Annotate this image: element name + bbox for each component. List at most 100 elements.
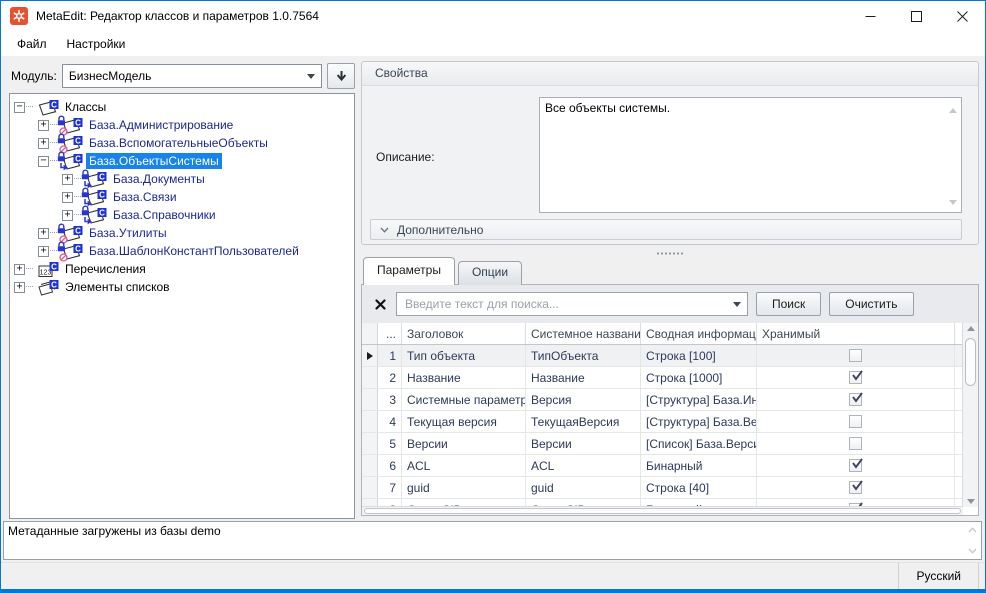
cell-title[interactable]: Название: [402, 367, 526, 388]
tree-item-label[interactable]: База.Документы: [110, 171, 208, 187]
tree-item[interactable]: +123CПеречисления: [14, 260, 354, 278]
tree-item[interactable]: +CБаза.Утилиты: [14, 224, 354, 242]
cell-system-name[interactable]: Название: [526, 367, 641, 388]
tree-item-label[interactable]: База.Справочники: [110, 207, 219, 223]
header-summary[interactable]: Сводная информация: [641, 323, 757, 344]
tree-item-label[interactable]: Классы: [62, 99, 109, 115]
cell-stored[interactable]: [757, 433, 955, 454]
tab-parameters[interactable]: Параметры: [363, 257, 455, 285]
language-indicator[interactable]: Русский: [898, 563, 979, 589]
cell-title[interactable]: Системные параметры: [402, 389, 526, 410]
cell-system-name[interactable]: Версия: [526, 389, 641, 410]
tree-item[interactable]: +CБаза.Связи: [14, 188, 354, 206]
cell-summary[interactable]: Строка [100]: [641, 345, 757, 366]
description-textarea[interactable]: Все объекты системы.: [539, 97, 962, 213]
load-module-button[interactable]: [327, 63, 355, 89]
tree-item[interactable]: +CБаза.Документы: [14, 170, 354, 188]
cell-system-name[interactable]: Версии: [526, 433, 641, 454]
cell-summary[interactable]: Бинарный: [641, 455, 757, 476]
class-tree[interactable]: −CКлассы+CБаза.Администрирование+CБаза.В…: [9, 93, 355, 519]
tree-item[interactable]: +CБаза.Справочники: [14, 206, 354, 224]
tree-item-label[interactable]: База.ШаблонКонстантПользователей: [86, 243, 302, 259]
clear-search-icon[interactable]: [372, 296, 388, 312]
clear-button[interactable]: Очистить: [829, 292, 913, 316]
expand-toggle-icon[interactable]: +: [38, 228, 49, 239]
tree-item[interactable]: −CКлассы: [14, 98, 354, 116]
expand-toggle-icon[interactable]: +: [38, 246, 49, 257]
cell-stored[interactable]: [757, 455, 955, 476]
maximize-button[interactable]: [893, 1, 939, 31]
tree-item-label[interactable]: База.Утилиты: [86, 225, 170, 241]
menu-file[interactable]: Файл: [7, 34, 57, 54]
expand-toggle-icon[interactable]: +: [62, 210, 73, 221]
stored-checkbox[interactable]: [849, 393, 862, 406]
scroll-up-icon[interactable]: [963, 326, 978, 331]
stored-checkbox[interactable]: [849, 437, 862, 450]
scroll-up-icon[interactable]: [949, 102, 957, 116]
table-row[interactable]: 4 Текущая версия ТекущаяВерсия [Структур…: [362, 411, 963, 433]
menu-settings[interactable]: Настройки: [57, 34, 136, 54]
stored-checkbox[interactable]: [849, 415, 862, 428]
expand-toggle-icon[interactable]: −: [14, 102, 25, 113]
cell-system-name[interactable]: guid: [526, 477, 641, 498]
tree-item[interactable]: −CБаза.ОбъектыСистемы: [14, 152, 354, 170]
title-bar[interactable]: MetaEdit: Редактор классов и параметров …: [1, 1, 985, 31]
cell-stored[interactable]: [757, 389, 955, 410]
scrollbar-thumb[interactable]: [965, 338, 976, 386]
tree-item-label[interactable]: База.Связи: [110, 189, 180, 205]
stored-checkbox[interactable]: [849, 371, 862, 384]
expand-toggle-icon[interactable]: +: [14, 282, 25, 293]
cell-title[interactable]: guid: [402, 477, 526, 498]
chevron-down-icon[interactable]: [733, 302, 741, 311]
expand-toggle-icon[interactable]: +: [62, 174, 73, 185]
expand-toggle-icon[interactable]: −: [38, 156, 49, 167]
tree-item-label[interactable]: База.Администрирование: [86, 117, 236, 133]
tree-item-label[interactable]: Перечисления: [62, 261, 149, 277]
search-input[interactable]: [403, 296, 729, 312]
horizontal-scrollbar[interactable]: [362, 506, 963, 515]
log-scrollbar[interactable]: [964, 523, 980, 558]
cell-system-name[interactable]: ACL: [526, 455, 641, 476]
tab-options[interactable]: Опции: [458, 261, 522, 285]
scroll-down-icon[interactable]: [949, 194, 957, 208]
scrollbar-thumb[interactable]: [364, 508, 961, 514]
stored-checkbox[interactable]: [849, 481, 862, 494]
cell-summary[interactable]: [Список] База.ВерсияС…: [641, 433, 757, 454]
tree-item[interactable]: +CБаза.ВспомогательныеОбъекты: [14, 134, 354, 152]
stored-checkbox[interactable]: [849, 459, 862, 472]
header-title[interactable]: Заголовок: [402, 323, 526, 344]
table-row[interactable]: 2 Название Название Строка [1000]: [362, 367, 963, 389]
cell-title[interactable]: Версии: [402, 433, 526, 454]
header-number[interactable]: ...: [378, 323, 402, 344]
tree-item[interactable]: +CБаза.Администрирование: [14, 116, 354, 134]
search-button[interactable]: Поиск: [756, 292, 821, 316]
cell-summary[interactable]: Строка [1000]: [641, 367, 757, 388]
expand-toggle-icon[interactable]: +: [62, 192, 73, 203]
cell-summary[interactable]: [Структура] База.Инф…: [641, 389, 757, 410]
cell-summary[interactable]: Строка [40]: [641, 477, 757, 498]
tree-item[interactable]: +CЭлементы списков: [14, 278, 354, 296]
scroll-down-icon[interactable]: [963, 499, 978, 504]
tree-item-label[interactable]: Элементы списков: [62, 279, 173, 295]
tree-item-label[interactable]: База.ВспомогательныеОбъекты: [86, 135, 271, 151]
additional-expander[interactable]: Дополнительно: [370, 219, 962, 240]
expand-toggle-icon[interactable]: +: [38, 120, 49, 131]
table-row[interactable]: 5 Версии Версии [Список] База.ВерсияС…: [362, 433, 963, 455]
vertical-scrollbar[interactable]: [962, 323, 978, 507]
tree-item-label[interactable]: База.ОбъектыСистемы: [86, 153, 222, 169]
cell-stored[interactable]: [757, 477, 955, 498]
cell-stored[interactable]: [757, 345, 955, 366]
table-row[interactable]: 6 ACL ACL Бинарный: [362, 455, 963, 477]
header-system-name[interactable]: Системное название: [526, 323, 641, 344]
minimize-button[interactable]: [847, 1, 893, 31]
expand-toggle-icon[interactable]: +: [38, 138, 49, 149]
expand-toggle-icon[interactable]: +: [14, 264, 25, 275]
cell-stored[interactable]: [757, 367, 955, 388]
cell-title[interactable]: Текущая версия: [402, 411, 526, 432]
cell-title[interactable]: ACL: [402, 455, 526, 476]
cell-system-name[interactable]: ТипОбъекта: [526, 345, 641, 366]
table-row[interactable]: 3 Системные параметры Версия [Структура]…: [362, 389, 963, 411]
search-combobox[interactable]: [396, 292, 748, 316]
header-stored[interactable]: Хранимый: [757, 323, 955, 344]
cell-summary[interactable]: [Структура] База.Версия: [641, 411, 757, 432]
